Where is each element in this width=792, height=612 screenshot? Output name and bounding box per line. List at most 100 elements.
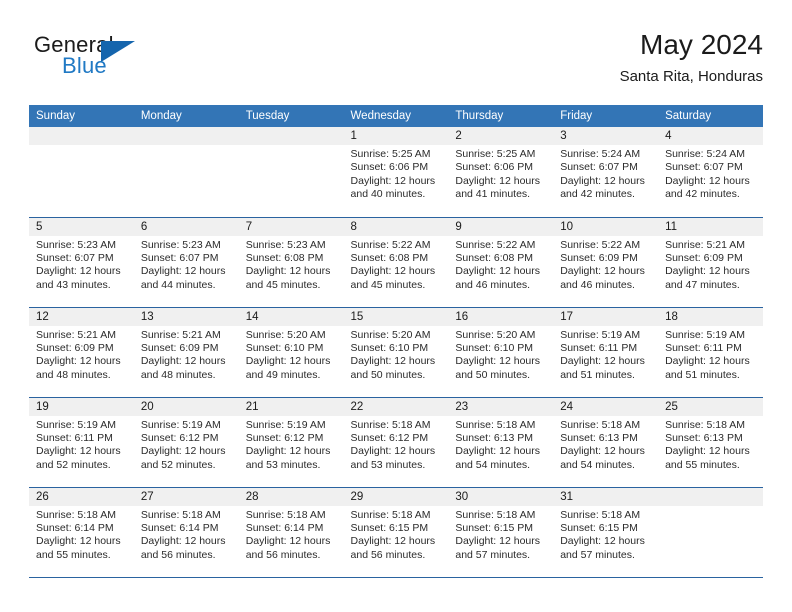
- day-cell-inner: 17 Sunrise: 5:19 AM Sunset: 6:11 PM Dayligh…: [553, 307, 659, 397]
- day-cell[interactable]: 23 Sunrise: 5:18 AM Sunset: 6:13 PM Dayligh…: [448, 396, 554, 487]
- day-cell[interactable]: 26 Sunrise: 5:18 AM Sunset: 6:14 PM Dayligh…: [29, 486, 134, 578]
- daylight-text-line1: Daylight: 12 hours: [665, 445, 750, 458]
- day-cell[interactable]: 17 Sunrise: 5:19 AM Sunset: 6:11 PM Dayligh…: [553, 306, 659, 397]
- week-row: 1 Sunrise: 5:25 AM Sunset: 6:06 PM Daylight…: [29, 127, 763, 217]
- day-details: Sunrise: 5:19 AM Sunset: 6:11 PM Daylight:…: [658, 326, 763, 383]
- day-number: 26: [29, 487, 134, 506]
- day-details: Sunrise: 5:25 AM Sunset: 6:06 PM Daylight:…: [344, 145, 449, 202]
- day-number: 9: [448, 217, 554, 236]
- day-cell[interactable]: 31 Sunrise: 5:18 AM Sunset: 6:15 PM Dayligh…: [553, 486, 659, 578]
- day-cell[interactable]: 19 Sunrise: 5:19 AM Sunset: 6:11 PM Dayligh…: [29, 396, 134, 487]
- day-number: 31: [553, 487, 659, 506]
- day-cell[interactable]: 1 Sunrise: 5:25 AM Sunset: 6:06 PM Daylight…: [343, 127, 449, 217]
- daylight-text-line2: and 53 minutes.: [350, 458, 426, 471]
- day-cell-inner: [238, 127, 344, 217]
- day-number: 10: [553, 217, 659, 236]
- day-number: 28: [238, 487, 344, 506]
- daylight-text-line1: Daylight: 12 hours: [560, 445, 645, 458]
- day-cell-inner: 12 Sunrise: 5:21 AM Sunset: 6:09 PM Dayligh…: [29, 307, 134, 397]
- sunrise-text: Sunrise: 5:21 AM: [665, 238, 746, 251]
- sunrise-text: Sunrise: 5:18 AM: [560, 418, 641, 431]
- sunrise-text: Sunrise: 5:23 AM: [36, 238, 116, 251]
- day-number: 30: [448, 487, 554, 506]
- day-cell-inner: 18 Sunrise: 5:19 AM Sunset: 6:11 PM Dayligh…: [658, 307, 763, 397]
- day-cell-inner: 24 Sunrise: 5:18 AM Sunset: 6:13 PM Dayligh…: [553, 397, 659, 487]
- day-details: Sunrise: 5:18 AM Sunset: 6:14 PM Daylight:…: [239, 506, 344, 563]
- day-cell[interactable]: 7 Sunrise: 5:23 AM Sunset: 6:08 PM Daylight…: [238, 216, 344, 307]
- daylight-text-line2: and 42 minutes.: [560, 188, 635, 201]
- day-cell[interactable]: 27 Sunrise: 5:18 AM Sunset: 6:14 PM Dayligh…: [133, 486, 239, 578]
- day-cell[interactable]: 6 Sunrise: 5:23 AM Sunset: 6:07 PM Daylight…: [133, 216, 239, 307]
- day-cell[interactable]: 16 Sunrise: 5:20 AM Sunset: 6:10 PM Dayligh…: [448, 306, 554, 397]
- sunset-text: Sunset: 6:06 PM: [350, 161, 429, 174]
- sunrise-text: Sunrise: 5:25 AM: [455, 148, 536, 160]
- day-cell[interactable]: 22 Sunrise: 5:18 AM Sunset: 6:12 PM Dayligh…: [343, 396, 449, 487]
- day-cell[interactable]: 4 Sunrise: 5:24 AM Sunset: 6:07 PM Daylight…: [658, 127, 763, 217]
- day-cell[interactable]: 29 Sunrise: 5:18 AM Sunset: 6:15 PM Dayligh…: [343, 486, 449, 578]
- day-cell[interactable]: 15 Sunrise: 5:20 AM Sunset: 6:10 PM Dayligh…: [343, 306, 449, 397]
- week-row: 26 Sunrise: 5:18 AM Sunset: 6:14 PM Dayligh…: [29, 486, 763, 578]
- page-subtitle: Santa Rita, Honduras: [619, 68, 763, 85]
- day-cell[interactable]: 20 Sunrise: 5:19 AM Sunset: 6:12 PM Dayligh…: [133, 396, 239, 487]
- daylight-text-line1: Daylight: 12 hours: [455, 355, 541, 368]
- daylight-text-line1: Daylight: 12 hours: [350, 174, 436, 187]
- daylight-text-line2: and 52 minutes.: [140, 458, 216, 471]
- sunrise-text: Sunrise: 5:19 AM: [665, 328, 746, 341]
- daylight-text-line2: and 43 minutes.: [36, 278, 111, 291]
- day-cell[interactable]: 12 Sunrise: 5:21 AM Sunset: 6:09 PM Dayligh…: [29, 306, 134, 397]
- daylight-text-line1: Daylight: 12 hours: [245, 355, 331, 368]
- day-number: 20: [133, 397, 239, 416]
- day-number: [238, 127, 344, 145]
- day-cell[interactable]: 9 Sunrise: 5:22 AM Sunset: 6:08 PM Daylight…: [448, 216, 554, 307]
- day-details: Sunrise: 5:22 AM Sunset: 6:08 PM Daylight:…: [448, 236, 553, 293]
- day-cell-inner: 10 Sunrise: 5:22 AM Sunset: 6:09 PM Dayligh…: [553, 217, 659, 307]
- sunset-text: Sunset: 6:12 PM: [140, 431, 219, 444]
- day-cell[interactable]: 10 Sunrise: 5:22 AM Sunset: 6:09 PM Dayligh…: [553, 216, 659, 307]
- day-cell[interactable]: 25 Sunrise: 5:18 AM Sunset: 6:13 PM Dayligh…: [658, 396, 763, 487]
- day-cell[interactable]: 14 Sunrise: 5:20 AM Sunset: 6:10 PM Dayligh…: [238, 306, 344, 397]
- day-cell[interactable]: 2 Sunrise: 5:25 AM Sunset: 6:06 PM Daylight…: [448, 127, 554, 217]
- day-details: Sunrise: 5:20 AM Sunset: 6:10 PM Daylight:…: [239, 326, 344, 383]
- daylight-text-line1: Daylight: 12 hours: [245, 265, 331, 278]
- day-details: Sunrise: 5:18 AM Sunset: 6:14 PM Daylight:…: [134, 506, 239, 563]
- daylight-text-line2: and 42 minutes.: [665, 188, 740, 201]
- day-number: 6: [133, 217, 239, 236]
- daylight-text-line1: Daylight: 12 hours: [350, 265, 436, 278]
- brand-logo[interactable]: General Blue: [29, 32, 259, 94]
- daylight-text-line2: and 52 minutes.: [36, 458, 111, 471]
- day-details: Sunrise: 5:22 AM Sunset: 6:09 PM Daylight:…: [553, 236, 658, 293]
- daylight-text-line1: Daylight: 12 hours: [665, 174, 750, 187]
- sunrise-text: Sunrise: 5:18 AM: [36, 508, 116, 521]
- sunset-text: Sunset: 6:09 PM: [36, 341, 114, 354]
- sunset-text: Sunset: 6:15 PM: [350, 521, 429, 534]
- sunset-text: Sunset: 6:13 PM: [560, 431, 638, 444]
- daylight-text-line1: Daylight: 12 hours: [665, 355, 750, 368]
- weekday-header-sunday: Sunday: [29, 105, 134, 127]
- day-cell[interactable]: 18 Sunrise: 5:19 AM Sunset: 6:11 PM Dayligh…: [658, 306, 763, 397]
- daylight-text-line2: and 46 minutes.: [560, 278, 635, 291]
- daylight-text-line2: and 54 minutes.: [455, 458, 531, 471]
- day-cell-inner: 29 Sunrise: 5:18 AM Sunset: 6:15 PM Dayligh…: [343, 487, 449, 577]
- day-cell[interactable]: 3 Sunrise: 5:24 AM Sunset: 6:07 PM Daylight…: [553, 127, 659, 217]
- day-number: 19: [29, 397, 134, 416]
- day-cell-inner: 26 Sunrise: 5:18 AM Sunset: 6:14 PM Dayligh…: [29, 487, 134, 577]
- day-details: Sunrise: 5:24 AM Sunset: 6:07 PM Daylight:…: [658, 145, 763, 202]
- daylight-text-line2: and 45 minutes.: [350, 278, 426, 291]
- day-number: 5: [29, 217, 134, 236]
- day-details: Sunrise: 5:18 AM Sunset: 6:15 PM Daylight:…: [553, 506, 658, 563]
- day-cell[interactable]: 11 Sunrise: 5:21 AM Sunset: 6:09 PM Dayligh…: [658, 216, 763, 307]
- daylight-text-line2: and 51 minutes.: [560, 368, 635, 381]
- day-cell[interactable]: 28 Sunrise: 5:18 AM Sunset: 6:14 PM Dayligh…: [238, 486, 344, 578]
- day-details: Sunrise: 5:18 AM Sunset: 6:13 PM Daylight:…: [448, 416, 553, 473]
- day-cell[interactable]: 21 Sunrise: 5:19 AM Sunset: 6:12 PM Dayligh…: [238, 396, 344, 487]
- sunset-text: Sunset: 6:13 PM: [455, 431, 534, 444]
- day-cell-inner: 2 Sunrise: 5:25 AM Sunset: 6:06 PM Daylight…: [448, 127, 554, 217]
- sunrise-text: Sunrise: 5:18 AM: [350, 508, 431, 521]
- day-cell[interactable]: 13 Sunrise: 5:21 AM Sunset: 6:09 PM Dayligh…: [133, 306, 239, 397]
- day-number: 25: [658, 397, 763, 416]
- day-cell[interactable]: 24 Sunrise: 5:18 AM Sunset: 6:13 PM Dayligh…: [553, 396, 659, 487]
- day-cell[interactable]: 30 Sunrise: 5:18 AM Sunset: 6:15 PM Dayligh…: [448, 486, 554, 578]
- day-cell[interactable]: 8 Sunrise: 5:22 AM Sunset: 6:08 PM Daylight…: [343, 216, 449, 307]
- day-details: Sunrise: 5:18 AM Sunset: 6:15 PM Daylight:…: [448, 506, 553, 563]
- day-cell[interactable]: 5 Sunrise: 5:23 AM Sunset: 6:07 PM Daylight…: [29, 216, 134, 307]
